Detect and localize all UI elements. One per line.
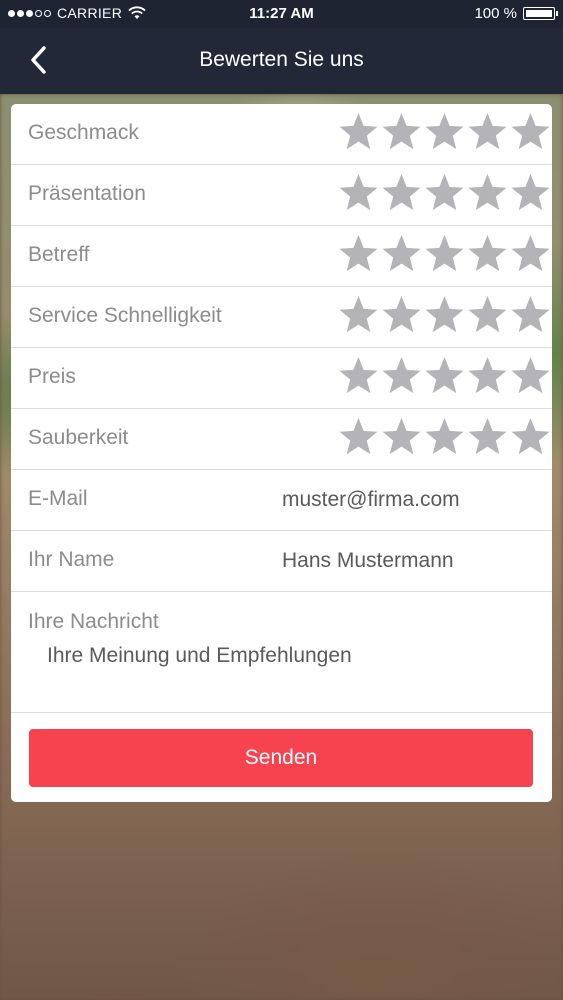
star-icon[interactable] (337, 293, 380, 337)
star-icon[interactable] (380, 110, 423, 154)
star-icon[interactable] (466, 293, 509, 337)
star-rating[interactable] (337, 110, 552, 154)
star-icon[interactable] (337, 354, 380, 398)
star-icon[interactable] (423, 171, 466, 215)
star-rating[interactable] (337, 293, 552, 337)
page-title: Bewerten Sie uns (199, 48, 364, 71)
email-field[interactable]: muster@firma.com (282, 488, 460, 512)
rating-row: Preis (11, 348, 552, 409)
email-row[interactable]: E-Mail muster@firma.com (11, 470, 552, 531)
battery-icon (523, 7, 558, 20)
star-rating[interactable] (337, 232, 552, 276)
rating-row: Sauberkeit (11, 409, 552, 470)
email-label: E-Mail (28, 487, 88, 510)
name-field[interactable]: Hans Mustermann (282, 549, 454, 573)
star-icon[interactable] (466, 232, 509, 276)
star-icon[interactable] (380, 171, 423, 215)
rating-row: Geschmack (11, 104, 552, 165)
rating-row: Service Schnelligkeit (11, 287, 552, 348)
star-icon[interactable] (466, 415, 509, 459)
rating-label: Geschmack (28, 121, 139, 144)
rating-label: Sauberkeit (28, 426, 129, 449)
star-rating[interactable] (337, 415, 552, 459)
star-icon[interactable] (509, 293, 552, 337)
message-field[interactable]: Ihre Meinung und Empfehlungen (47, 644, 352, 668)
status-bar: CARRIER 11:27 AM 100 % (0, 0, 563, 28)
star-rating[interactable] (337, 171, 552, 215)
star-icon[interactable] (337, 232, 380, 276)
star-icon[interactable] (337, 110, 380, 154)
name-row[interactable]: Ihr Name Hans Mustermann (11, 531, 552, 592)
star-icon[interactable] (337, 415, 380, 459)
star-icon[interactable] (509, 110, 552, 154)
rating-label: Preis (28, 365, 76, 388)
star-icon[interactable] (380, 415, 423, 459)
rating-row: Präsentation (11, 165, 552, 226)
star-icon[interactable] (380, 232, 423, 276)
star-rating[interactable] (337, 354, 552, 398)
message-row[interactable]: Ihre Nachricht Ihre Meinung und Empfehlu… (11, 592, 552, 713)
navigation-bar: Bewerten Sie uns (0, 28, 563, 94)
star-icon[interactable] (466, 110, 509, 154)
star-icon[interactable] (337, 171, 380, 215)
rating-form: Geschmack Präsentation Betreff Service Schn… (11, 104, 552, 802)
star-icon[interactable] (423, 354, 466, 398)
star-icon[interactable] (380, 293, 423, 337)
star-icon[interactable] (509, 415, 552, 459)
star-icon[interactable] (423, 293, 466, 337)
star-icon[interactable] (509, 232, 552, 276)
battery-percent: 100 % (474, 5, 517, 22)
star-icon[interactable] (466, 171, 509, 215)
star-icon[interactable] (509, 354, 552, 398)
star-icon[interactable] (466, 354, 509, 398)
star-icon[interactable] (380, 354, 423, 398)
rating-row: Betreff (11, 226, 552, 287)
rating-label: Service Schnelligkeit (28, 304, 222, 327)
star-icon[interactable] (509, 171, 552, 215)
star-icon[interactable] (423, 232, 466, 276)
name-label: Ihr Name (28, 548, 115, 571)
rating-label: Betreff (28, 243, 90, 266)
star-icon[interactable] (423, 415, 466, 459)
send-button[interactable]: Senden (29, 729, 533, 787)
message-label: Ihre Nachricht (28, 610, 159, 633)
rating-label: Präsentation (28, 182, 146, 205)
star-icon[interactable] (423, 110, 466, 154)
